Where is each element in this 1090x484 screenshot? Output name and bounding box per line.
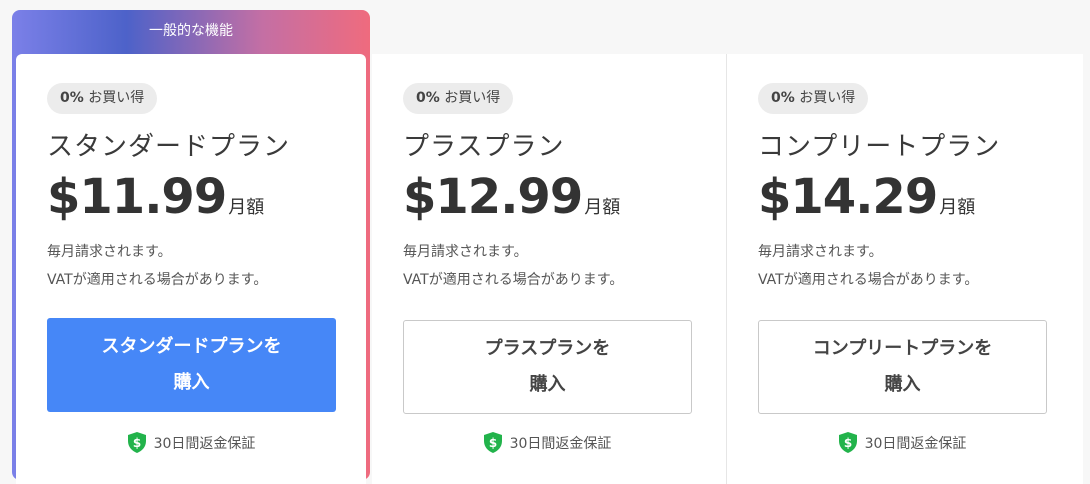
money-back-guarantee: $ 30日間返金保証 xyxy=(403,432,692,457)
buy-complete-button[interactable]: コンプリートプランを 購入 xyxy=(758,320,1047,414)
vat-note-line: VATが適用される場合があります。 xyxy=(47,272,268,288)
vat-note-line: VATが適用される場合があります。 xyxy=(403,272,624,288)
discount-percent: 0% xyxy=(416,90,440,106)
price-unit: 月額 xyxy=(228,197,265,218)
discount-text: お買い得 xyxy=(439,90,501,106)
plan-name: コンプリートプラン xyxy=(758,132,1001,162)
plan-card-complete: 0% お買い得 コンプリートプラン $14.29 月額 毎月請求されます。 VAT… xyxy=(727,54,1083,484)
price-amount: $11.99 xyxy=(47,169,227,225)
plan-card-standard: 0% お買い得 スタンダードプラン $11.99 月額 毎月請求されます。 VAT… xyxy=(16,54,366,484)
billing-note-line: 毎月請求されます。 xyxy=(403,244,528,260)
shield-dollar-icon: $ xyxy=(838,432,857,457)
buy-button-label-2: 購入 xyxy=(529,374,566,395)
buy-button-label: プラスプランを xyxy=(484,338,611,359)
svg-text:$: $ xyxy=(843,436,851,450)
billing-note-line: 毎月請求されます。 xyxy=(47,244,172,260)
featured-label: 一般的な機能 xyxy=(149,23,233,39)
buy-button-label: コンプリートプランを xyxy=(812,338,993,359)
svg-text:$: $ xyxy=(488,436,496,450)
billing-note: 毎月請求されます。 VATが適用される場合があります。 xyxy=(403,238,623,294)
guarantee-text: 30日間返金保証 xyxy=(153,436,256,452)
billing-note: 毎月請求されます。 VATが適用される場合があります。 xyxy=(758,238,978,294)
discount-badge: 0% お買い得 xyxy=(758,83,869,114)
plan-name: スタンダードプラン xyxy=(47,132,291,162)
buy-button-label: スタンダードプランを xyxy=(101,336,282,357)
money-back-guarantee: $ 30日間返金保証 xyxy=(47,432,336,457)
money-back-guarantee: $ 30日間返金保証 xyxy=(758,432,1047,457)
buy-plus-button[interactable]: プラスプランを 購入 xyxy=(403,320,692,414)
plan-name: プラスプラン xyxy=(403,132,565,162)
price-unit: 月額 xyxy=(939,197,976,218)
price-amount: $14.29 xyxy=(758,169,938,225)
buy-standard-button[interactable]: スタンダードプランを 購入 xyxy=(47,318,336,412)
plan-price: $14.29 月額 xyxy=(758,169,975,225)
plan-price: $12.99 月額 xyxy=(403,169,620,225)
buy-button-label-2: 購入 xyxy=(884,374,921,395)
billing-note: 毎月請求されます。 VATが適用される場合があります。 xyxy=(47,238,267,294)
plan-card-plus: 0% お買い得 プラスプラン $12.99 月額 毎月請求されます。 VATが適用… xyxy=(372,54,727,484)
discount-text: お買い得 xyxy=(83,90,145,106)
guarantee-text: 30日間返金保証 xyxy=(509,436,612,452)
svg-text:$: $ xyxy=(132,436,140,450)
billing-note-line: 毎月請求されます。 xyxy=(758,244,883,260)
discount-badge: 0% お買い得 xyxy=(47,83,158,114)
shield-dollar-icon: $ xyxy=(483,432,502,457)
discount-text: お買い得 xyxy=(794,90,856,106)
discount-percent: 0% xyxy=(60,90,84,106)
guarantee-text: 30日間返金保証 xyxy=(864,436,967,452)
price-unit: 月額 xyxy=(584,197,621,218)
discount-percent: 0% xyxy=(771,90,795,106)
vat-note-line: VATが適用される場合があります。 xyxy=(758,272,979,288)
price-amount: $12.99 xyxy=(403,169,583,225)
discount-badge: 0% お買い得 xyxy=(403,83,514,114)
shield-dollar-icon: $ xyxy=(127,432,146,457)
plan-price: $11.99 月額 xyxy=(47,169,264,225)
buy-button-label-2: 購入 xyxy=(173,372,210,393)
